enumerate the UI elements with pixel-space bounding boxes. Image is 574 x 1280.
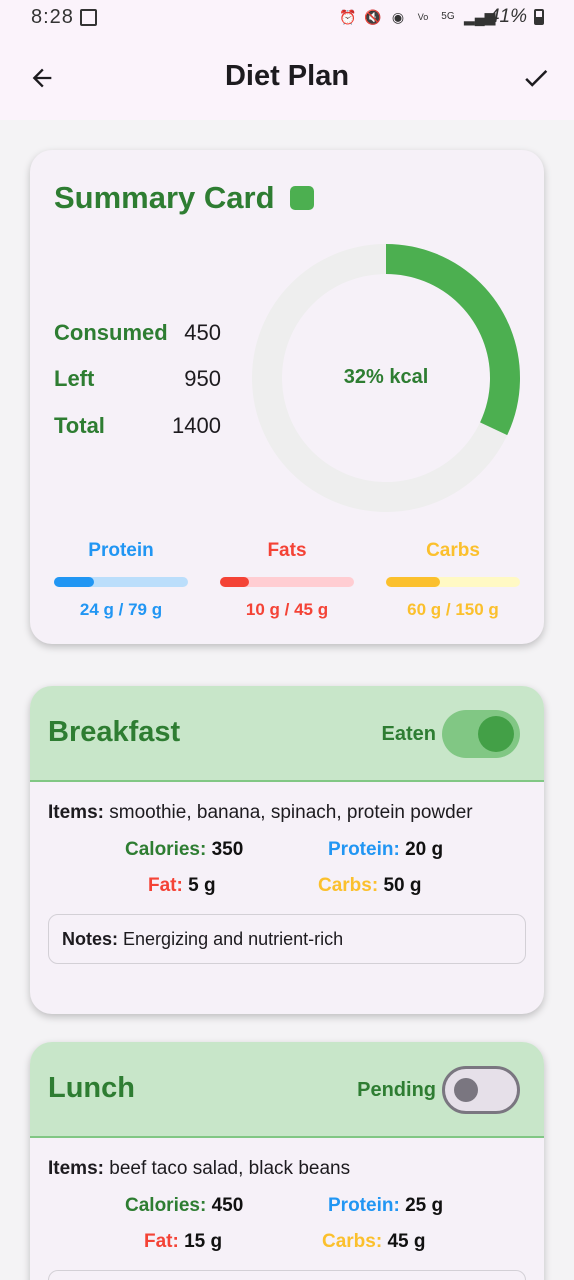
fat-info: Fat: 15 g (144, 1231, 222, 1253)
total-label: Total (54, 413, 105, 438)
macro-carbs: Carbs 60 g / 150 g (386, 540, 520, 620)
macro-fats: Fats 10 g / 45 g (220, 540, 354, 620)
carbs-info: Carbs: 45 g (322, 1231, 426, 1253)
meal-header: Breakfast Eaten (30, 686, 544, 782)
macro-amount: 10 g / 45 g (245, 600, 329, 619)
meal-card-breakfast: Breakfast Eaten Items: smoothie, banana,… (30, 686, 544, 1014)
macro-name: Fats (267, 540, 307, 561)
volte-icon: Vo (417, 12, 429, 22)
protein-label: Protein: (328, 839, 400, 860)
meal-name: Lunch (48, 1072, 135, 1104)
macro-track (54, 577, 188, 587)
calories-label: Calories: (125, 1195, 207, 1216)
calories-value: 450 (211, 1195, 244, 1216)
meal-card-lunch: Lunch Pending Items: beef taco salad, bl… (30, 1042, 544, 1280)
meal-header: Lunch Pending (30, 1042, 544, 1138)
progress-text: 32% kcal (343, 366, 429, 388)
meal-items: Items: smoothie, banana, spinach, protei… (48, 802, 473, 824)
macro-fill (386, 577, 440, 587)
macro-protein: Protein 24 g / 79 g (54, 540, 188, 620)
battery-icon (534, 9, 544, 25)
notes-label: Notes: (62, 929, 119, 949)
carbs-label: Carbs: (318, 875, 379, 896)
app-bar: Diet Plan (0, 36, 574, 120)
alarm-icon: ⏰ (339, 9, 357, 25)
carbs-value: 45 g (387, 1231, 426, 1252)
macro-amount: 24 g / 79 g (79, 600, 163, 619)
carbs-label: Carbs: (322, 1231, 383, 1252)
macro-track (220, 577, 354, 587)
summary-card: Summary Card Consumed 450 Left 950 Total… (30, 150, 544, 644)
carbs-info: Carbs: 50 g (318, 875, 422, 897)
macro-track (386, 577, 520, 587)
protein-info: Protein: 25 g (328, 1195, 443, 1217)
fat-value: 15 g (184, 1231, 223, 1252)
calories-info: Calories: 350 (125, 839, 243, 861)
summary-indicator (290, 186, 314, 210)
hotspot-icon: ◉ (391, 9, 405, 25)
left-value: 950 (184, 366, 221, 391)
toggle-knob (478, 716, 514, 752)
check-icon (525, 69, 548, 87)
items-value: smoothie, banana, spinach, protein powde… (109, 802, 473, 823)
items-label: Items: (48, 802, 104, 823)
protein-label: Protein: (328, 1195, 400, 1216)
status-bar: 8:28 ⏰ 🔇 ◉ Vo 5G ▂▄▆ 41% (0, 0, 574, 36)
battery-percent: 41% (488, 6, 527, 27)
page-title: Diet Plan (224, 60, 350, 92)
notes-value: Energizing and nutrient-rich (123, 929, 344, 949)
calories-info: Calories: 450 (125, 1195, 243, 1217)
protein-value: 25 g (405, 1195, 444, 1216)
protein-info: Protein: 20 g (328, 839, 443, 861)
mute-icon: 🔇 (364, 9, 382, 25)
calories-label: Calories: (125, 839, 207, 860)
notes-box: Notes: Energizing and nutrient-rich (48, 914, 526, 964)
total-value: 1400 (172, 413, 221, 438)
protein-value: 20 g (405, 839, 444, 860)
notes-box (48, 1270, 526, 1280)
gallery-icon (80, 9, 97, 26)
toggle-knob (454, 1078, 478, 1102)
summary-title: Summary Card (54, 180, 275, 215)
status-icons: ⏰ 🔇 ◉ Vo 5G ▂▄▆ 41% (339, 6, 544, 28)
macro-fill (220, 577, 250, 587)
fat-value: 5 g (188, 875, 216, 896)
meal-status: Pending (357, 1079, 436, 1101)
consumed-value: 450 (184, 320, 221, 345)
consumed-label: Consumed (54, 320, 168, 345)
meal-name: Breakfast (48, 716, 181, 748)
confirm-button[interactable] (516, 58, 556, 98)
items-value: beef taco salad, black beans (109, 1158, 351, 1179)
items-label: Items: (48, 1158, 104, 1179)
macro-name: Carbs (426, 540, 480, 561)
macro-name: Protein (88, 540, 154, 561)
status-time: 8:28 (31, 6, 74, 28)
fat-label: Fat: (144, 1231, 179, 1252)
macro-amount: 60 g / 150 g (407, 600, 499, 619)
eaten-toggle[interactable] (442, 1066, 520, 1114)
fat-info: Fat: 5 g (148, 875, 216, 897)
fat-label: Fat: (148, 875, 183, 896)
calories-value: 350 (211, 839, 244, 860)
macro-fill (54, 577, 95, 587)
5g-icon: 5G (441, 11, 455, 22)
meal-status: Eaten (381, 723, 436, 745)
meal-items: Items: beef taco salad, black beans (48, 1158, 350, 1180)
left-label: Left (54, 366, 95, 391)
eaten-toggle[interactable] (442, 710, 520, 758)
carbs-value: 50 g (383, 875, 422, 896)
signal-icon: ▂▄▆ (463, 9, 496, 25)
